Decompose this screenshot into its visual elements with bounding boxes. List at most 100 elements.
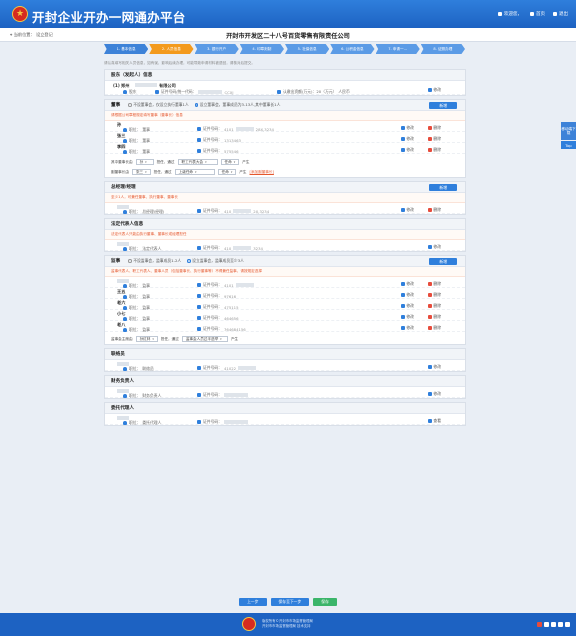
delete-button[interactable]: 删除 (427, 303, 441, 309)
edit-icon (400, 326, 405, 330)
person-role: 职位： 监事 (123, 327, 150, 333)
row-actions: 修改 (427, 364, 441, 370)
edit-button[interactable]: 修改 (427, 391, 441, 397)
trash-icon (427, 282, 432, 286)
step-4[interactable]: 4. 印章刻制 (239, 44, 284, 54)
step-6[interactable]: 6. 公积金信息 (330, 44, 375, 54)
delete-button[interactable]: 删除 (427, 125, 441, 131)
step-3[interactable]: 3. 银行开户 (194, 44, 239, 54)
save-next-button[interactable]: 保存至下一步 (270, 598, 310, 606)
edit-icon (427, 245, 432, 249)
manager-row: 职位： 总经理(经理) 证件号码： 410 2X,3234 修改 删除 (105, 203, 465, 214)
delete-button[interactable]: 删除 (427, 281, 441, 287)
delete-button[interactable]: 删除 (427, 207, 441, 213)
edit-button[interactable]: 修改 (400, 292, 414, 298)
edit-button[interactable]: 修改 (400, 281, 414, 287)
row-index: (1) (113, 83, 120, 88)
radio-no-supervisory-board[interactable]: 不设监事会，监事成员1-2人 (128, 258, 181, 264)
edit-icon (400, 126, 405, 130)
delete-button[interactable]: 删除 (427, 314, 441, 320)
id-card-icon (197, 246, 201, 250)
redacted-name (135, 83, 157, 87)
main-content: 股东（发起人）信息 (1) 郑州 有限公司 股东 证件号码/统一代码： CCXJ … (104, 69, 466, 429)
radio-supervisory-board[interactable]: 设立监事会，监事成员至少3人 (187, 258, 244, 264)
section-title: 监事 (111, 259, 121, 264)
liaison-section: 联络员 职位： 联络员 证件号码： 41022 修改 (104, 348, 466, 372)
vice-chairman-method-select[interactable]: 上级任命 (174, 169, 215, 175)
id-card-icon (197, 316, 201, 320)
company-name: 开封市开发区二十八号百货零售有限责任公司 (226, 33, 350, 40)
chairman-select[interactable]: 孙 (135, 159, 154, 165)
edit-button[interactable]: 修改 (427, 244, 441, 250)
section-header: 董事 不设董事会，仅设立执行董事1人 设立董事会，董事成员为3-13人,其中董事… (105, 100, 465, 111)
home-link[interactable]: 首页 (530, 11, 545, 17)
exit-link[interactable]: 退出 (553, 11, 568, 17)
input-method-icon[interactable] (537, 622, 542, 627)
tray-icon[interactable] (551, 622, 556, 627)
prev-step-button[interactable]: 上一步 (239, 598, 267, 606)
edit-button[interactable]: 修改 (427, 87, 441, 93)
edit-button[interactable]: 修改 (400, 136, 414, 142)
step-7[interactable]: 7. 申请一... (375, 44, 420, 54)
id-card-icon (197, 294, 201, 298)
radio-no-board[interactable]: 不设董事会，仅设立执行董事1人 (128, 102, 189, 108)
view-button[interactable]: 查看 (427, 418, 441, 424)
person-icon (123, 394, 127, 398)
edit-button[interactable]: 修改 (400, 325, 414, 331)
row-actions: 修改 (427, 244, 441, 250)
save-button[interactable]: 保存 (313, 598, 337, 606)
user-link[interactable]: 欢迎您， (498, 11, 522, 17)
section-title: 法定代表人信息 (105, 219, 465, 230)
person-icon (123, 421, 127, 425)
person-icon (123, 367, 127, 371)
add-director-button[interactable]: 新增 (429, 102, 457, 109)
back-to-top-button[interactable]: Top (561, 141, 576, 149)
tray-icon[interactable] (558, 622, 563, 627)
add-supervisor-button[interactable]: 新增 (429, 258, 457, 265)
shareholder-role: 股东 (123, 89, 137, 95)
delete-button[interactable]: 删除 (427, 136, 441, 142)
row-actions: 修改 删除 (400, 325, 441, 331)
step-8[interactable]: 8. 证照办理 (420, 44, 465, 54)
id-card-icon (155, 90, 159, 94)
radio-board[interactable]: 设立董事会，董事成员为3-13人,其中董事长1人 (194, 102, 280, 108)
add-manager-button[interactable]: 新增 (429, 184, 457, 191)
director-row: 孙 职位： 董事 证件号码： 4101 28X,3234 修改 删除 (105, 121, 465, 132)
vice-chairman-select[interactable]: 张三 (131, 169, 151, 175)
delete-button[interactable]: 删除 (427, 292, 441, 298)
chairman-method-select[interactable]: 职工代表大会 (177, 159, 218, 165)
person-id: 证件号码： (197, 392, 248, 398)
supervisor-chair-select[interactable]: 孙红林 (135, 336, 158, 342)
edit-button[interactable]: 修改 (400, 125, 414, 131)
id-card-icon (197, 305, 201, 309)
system-tray (537, 622, 570, 627)
board-type-radios: 不设董事会，仅设立执行董事1人 设立董事会，董事成员为3-13人,其中董事长1人 (128, 102, 280, 108)
tray-icon[interactable] (565, 622, 570, 627)
person-role: 职位： 联络员 (123, 366, 154, 372)
step-5[interactable]: 5. 社保信息 (285, 44, 330, 54)
edit-button[interactable]: 修改 (400, 147, 414, 153)
step-2[interactable]: 2. 人员信息 (149, 44, 194, 54)
person-role: 职位： 董事 (123, 149, 150, 155)
vice-chairman-type-select[interactable]: 任命 (217, 169, 237, 175)
section-title: 财务负责人 (105, 376, 465, 387)
trash-icon (427, 326, 432, 330)
step-1[interactable]: 1. 基本信息 (104, 44, 149, 54)
row-actions: 修改 删除 (400, 136, 441, 142)
app-download-button[interactable]: 移动端下载 (561, 122, 576, 140)
edit-button[interactable]: 修改 (400, 314, 414, 320)
chairman-type-select[interactable]: 任命 (220, 159, 240, 165)
supervisor-chair-method-select[interactable]: 监事会人员过半选举 (181, 336, 228, 342)
person-role: 职位： 委托代理人 (123, 420, 161, 426)
delete-button[interactable]: 删除 (427, 325, 441, 331)
delete-button[interactable]: 删除 (427, 147, 441, 153)
edit-button[interactable]: 修改 (427, 364, 441, 370)
section-title: 总经理/经理 (111, 185, 136, 190)
id-card-icon (197, 393, 201, 397)
add-vice-chairman-link[interactable]: [添加副董事长] (250, 170, 274, 175)
tray-icon[interactable] (544, 622, 549, 627)
edit-button[interactable]: 修改 (400, 303, 414, 309)
edit-button[interactable]: 修改 (400, 207, 414, 213)
progress-steps: 1. 基本信息 2. 人员信息 3. 银行开户 4. 印章刻制 5. 社保信息 … (104, 44, 466, 54)
footer: 版权所有©开封市市场监督管理局 开封市市场监督管理局 技术支持 (0, 613, 576, 636)
